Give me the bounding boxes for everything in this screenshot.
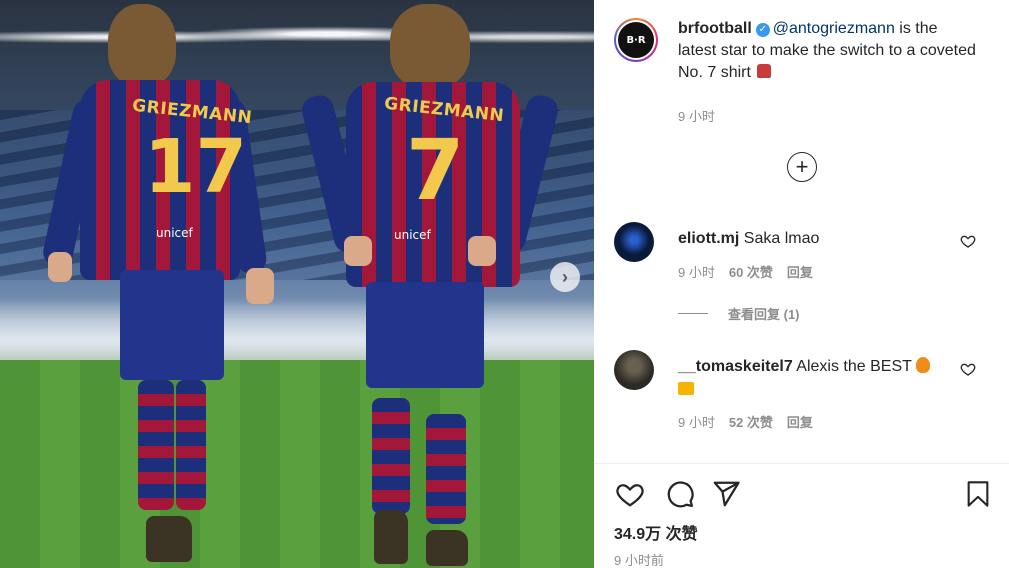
post-timestamp[interactable]: 9 小时前 — [614, 550, 664, 568]
reply-button[interactable]: 回复 — [787, 262, 813, 281]
chevron-right-icon: › — [562, 266, 568, 287]
heart-icon — [616, 484, 644, 507]
post-caption: B·R brfootball ✓ @antogriezmann is the lat… — [614, 18, 994, 84]
right-player-number: 7 — [406, 121, 465, 219]
left-player-number: 17 — [144, 124, 247, 210]
fire-emoji-icon — [915, 357, 930, 373]
like-button[interactable] — [614, 478, 646, 510]
commenter-avatar[interactable] — [614, 222, 654, 262]
player-right: GRIEZMANN 7 unicef — [299, 0, 561, 568]
caption-time[interactable]: 9 小时 — [678, 106, 715, 125]
comment-text: Alexis the BEST — [796, 358, 912, 375]
comment-like-heart-icon[interactable] — [960, 361, 976, 377]
verified-badge-icon: ✓ — [755, 23, 770, 37]
share-button[interactable] — [710, 478, 742, 510]
comment-icon — [667, 481, 694, 508]
player-left: GRIEZMANN 17 unicef — [40, 0, 290, 568]
comment-username[interactable]: eliott.mj — [678, 230, 739, 247]
right-sponsor: unicef — [394, 228, 431, 242]
author-avatar[interactable]: B·R — [614, 18, 658, 62]
comment-meta: 9 小时 60 次赞 回复 — [678, 262, 813, 281]
caption-mention[interactable]: @antogriezmann — [773, 20, 895, 37]
view-replies-label: 查看回复 (1) — [728, 307, 800, 322]
author-username[interactable]: brfootball — [678, 20, 752, 37]
reply-button[interactable]: 回复 — [787, 412, 813, 431]
shirt-emoji-icon — [757, 64, 772, 78]
post-image[interactable]: GRIEZMANN 17 unicef GRIEZMANN 7 unicef › — [0, 0, 594, 568]
share-icon — [713, 481, 740, 507]
comment-likes[interactable]: 60 次赞 — [729, 262, 773, 281]
comment-username[interactable]: __tomaskeitel7 — [678, 358, 793, 375]
save-button[interactable] — [962, 478, 994, 510]
next-image-button[interactable]: › — [550, 262, 580, 292]
brand-logo: B·R — [618, 22, 654, 58]
comment-likes[interactable]: 52 次赞 — [729, 412, 773, 431]
commenter-avatar[interactable] — [614, 350, 654, 390]
comment-item: __tomaskeitel7 Alexis the BEST 9 小时 52 次… — [614, 350, 994, 450]
comment-body: eliott.mj Saka lmao — [678, 228, 948, 250]
plus-circle-icon: + — [795, 154, 809, 179]
comment-time[interactable]: 9 小时 — [678, 262, 715, 281]
action-divider — [594, 463, 1009, 464]
comment-text: Saka lmao — [743, 230, 820, 247]
load-more-comments-button[interactable]: + — [787, 152, 817, 182]
comment-body: __tomaskeitel7 Alexis the BEST — [678, 356, 948, 400]
view-replies-button[interactable]: 查看回复 (1) — [678, 304, 800, 323]
comment-time[interactable]: 9 小时 — [678, 412, 715, 431]
comment-button[interactable] — [664, 478, 696, 510]
caption-text: brfootball ✓ @antogriezmann is the latest … — [678, 18, 978, 84]
replies-divider — [678, 313, 708, 314]
comment-item: eliott.mj Saka lmao 9 小时 60 次赞 回复 — [614, 222, 994, 322]
bookmark-icon — [967, 481, 989, 507]
crown-emoji-icon — [678, 382, 694, 395]
like-count[interactable]: 34.9万 次赞 — [614, 520, 698, 544]
left-sponsor: unicef — [156, 226, 193, 240]
post-actions — [614, 478, 994, 510]
post-details-panel: B·R brfootball ✓ @antogriezmann is the lat… — [594, 0, 1009, 568]
comment-like-heart-icon[interactable] — [960, 233, 976, 249]
comment-meta: 9 小时 52 次赞 回复 — [678, 412, 813, 431]
